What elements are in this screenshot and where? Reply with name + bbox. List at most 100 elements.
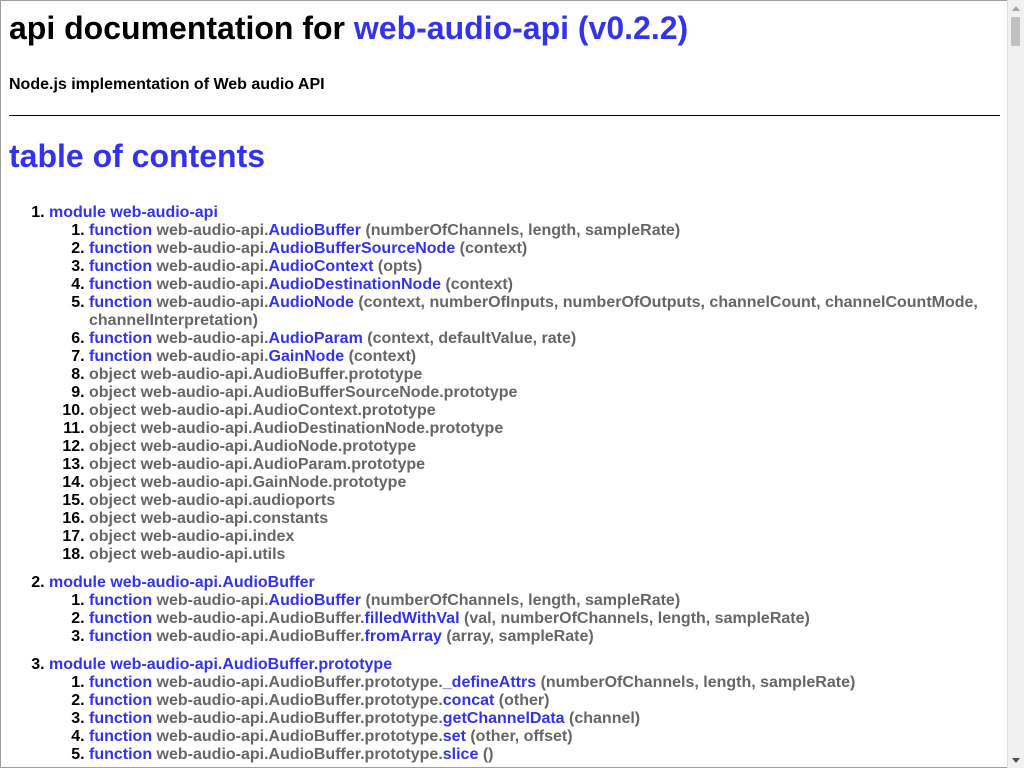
toc-item: function web-audio-api.AudioNode (contex…	[89, 294, 1000, 330]
function-keyword[interactable]: function	[89, 592, 152, 609]
toc-module-link[interactable]: module web-audio-api.AudioBuffer	[49, 574, 315, 591]
item-signature: (channel)	[569, 710, 641, 727]
page-viewport: api documentation for web-audio-api (v0.…	[0, 0, 1007, 768]
item-signature: (context)	[459, 240, 528, 257]
item-signature: ()	[482, 746, 494, 763]
item-name-link[interactable]: AudioDestinationNode	[269, 276, 441, 293]
function-keyword[interactable]: function	[89, 692, 152, 709]
item-signature: (other)	[498, 692, 550, 709]
toc-item: function web-audio-api.AudioContext (opt…	[89, 258, 1000, 276]
toc-item: object web-audio-api.GainNode.prototype	[89, 474, 1000, 492]
function-keyword[interactable]: function	[89, 348, 152, 365]
toc-item: function web-audio-api.AudioDestinationN…	[89, 276, 1000, 294]
item-signature: (numberOfChannels, length, sampleRate)	[365, 222, 681, 239]
function-keyword[interactable]: function	[89, 222, 152, 239]
object-item: object web-audio-api.AudioParam.prototyp…	[89, 456, 426, 473]
item-namespace: web-audio-api.	[156, 330, 269, 347]
toc-item: function web-audio-api.AudioBufferSource…	[89, 240, 1000, 258]
item-name-link[interactable]: _defineAttrs	[443, 674, 536, 691]
toc-item: object web-audio-api.audioports	[89, 492, 1000, 510]
toc-item: object web-audio-api.AudioBuffer.prototy…	[89, 366, 1000, 384]
toc-item: object web-audio-api.utils	[89, 546, 1000, 564]
item-namespace: web-audio-api.AudioBuffer.prototype.	[156, 710, 443, 727]
toc-item-list: function web-audio-api.AudioBuffer (numb…	[49, 222, 1000, 564]
item-signature: (context, defaultValue, rate)	[367, 330, 577, 347]
item-signature: (other, offset)	[470, 728, 573, 745]
item-namespace: web-audio-api.	[156, 294, 269, 311]
toc-module: module web-audio-api.AudioBuffer.prototy…	[49, 656, 1000, 764]
item-name-link[interactable]: AudioBuffer	[269, 222, 361, 239]
toc-heading: table of contents	[9, 138, 266, 174]
item-namespace: web-audio-api.	[156, 222, 269, 239]
function-keyword[interactable]: function	[89, 258, 152, 275]
package-description: Node.js implementation of Web audio API	[9, 76, 325, 93]
toc-item: function web-audio-api.AudioBuffer.fille…	[89, 610, 1000, 628]
package-link[interactable]: web-audio-api (v0.2.2)	[354, 10, 688, 46]
item-name-link[interactable]: slice	[443, 746, 479, 763]
scrollbar-thumb[interactable]	[1011, 17, 1020, 46]
object-item: object web-audio-api.AudioContext.protot…	[89, 402, 436, 419]
object-item: object web-audio-api.AudioBuffer.prototy…	[89, 366, 423, 383]
item-name-link[interactable]: fromArray	[365, 628, 442, 645]
item-signature: (array, sampleRate)	[446, 628, 594, 645]
function-keyword[interactable]: function	[89, 240, 152, 257]
toc-module-link[interactable]: module web-audio-api.AudioBuffer.prototy…	[49, 656, 392, 673]
item-namespace: web-audio-api.	[156, 592, 269, 609]
item-signature: (context)	[445, 276, 513, 293]
item-name-link[interactable]: AudioBufferSourceNode	[269, 240, 456, 257]
document-body: api documentation for web-audio-api (v0.…	[1, 10, 1007, 767]
item-namespace: web-audio-api.AudioBuffer.prototype.	[156, 692, 443, 709]
toc-module: module web-audio-apifunction web-audio-a…	[49, 204, 1000, 564]
object-item: object web-audio-api.AudioDestinationNod…	[89, 420, 504, 437]
function-keyword[interactable]: function	[89, 674, 152, 691]
function-keyword[interactable]: function	[89, 746, 152, 763]
function-keyword[interactable]: function	[89, 628, 152, 645]
toc-item: object web-audio-api.constants	[89, 510, 1000, 528]
toc-module: module web-audio-api.AudioBufferfunction…	[49, 574, 1000, 646]
item-name-link[interactable]: AudioContext	[269, 258, 374, 275]
item-name-link[interactable]: AudioNode	[269, 294, 354, 311]
toc-item: function web-audio-api.GainNode (context…	[89, 348, 1000, 366]
toc-item: object web-audio-api.AudioBufferSourceNo…	[89, 384, 1000, 402]
object-item: object web-audio-api.AudioBufferSourceNo…	[89, 384, 518, 401]
function-keyword[interactable]: function	[89, 710, 152, 727]
toc-item: function web-audio-api.AudioBuffer.proto…	[89, 746, 1000, 764]
object-item: object web-audio-api.audioports	[89, 492, 336, 509]
item-namespace: web-audio-api.	[156, 348, 269, 365]
function-keyword[interactable]: function	[89, 728, 152, 745]
function-keyword[interactable]: function	[89, 610, 152, 627]
toc-item: function web-audio-api.AudioBuffer.fromA…	[89, 628, 1000, 646]
vertical-scrollbar[interactable]	[1007, 0, 1024, 768]
item-name-link[interactable]: AudioParam	[269, 330, 363, 347]
item-signature: (numberOfChannels, length, sampleRate)	[365, 592, 681, 609]
object-item: object web-audio-api.constants	[89, 510, 329, 527]
item-namespace: web-audio-api.AudioBuffer.	[156, 610, 365, 627]
page-title: api documentation for web-audio-api (v0.…	[9, 10, 1000, 47]
item-namespace: web-audio-api.	[156, 258, 269, 275]
item-name-link[interactable]: filledWithVal	[365, 610, 460, 627]
triangle-down-icon	[1012, 757, 1020, 763]
toc-item: object web-audio-api.AudioContext.protot…	[89, 402, 1000, 420]
toc-item: function web-audio-api.AudioParam (conte…	[89, 330, 1000, 348]
item-name-link[interactable]: getChannelData	[443, 710, 565, 727]
toc-item: function web-audio-api.AudioBuffer (numb…	[89, 222, 1000, 240]
object-item: object web-audio-api.utils	[89, 546, 286, 563]
function-keyword[interactable]: function	[89, 276, 152, 293]
item-name-link[interactable]: set	[443, 728, 466, 745]
toc-item: object web-audio-api.AudioNode.prototype	[89, 438, 1000, 456]
item-name-link[interactable]: concat	[443, 692, 495, 709]
item-namespace: web-audio-api.AudioBuffer.prototype.	[156, 728, 443, 745]
scroll-up-button[interactable]	[1008, 0, 1024, 16]
item-signature: (val, numberOfChannels, length, sampleRa…	[463, 610, 810, 627]
toc-item-list: function web-audio-api.AudioBuffer.proto…	[49, 674, 1000, 764]
item-name-link[interactable]: AudioBuffer	[269, 592, 361, 609]
toc-module-link[interactable]: module web-audio-api	[49, 204, 218, 221]
function-keyword[interactable]: function	[89, 294, 152, 311]
function-keyword[interactable]: function	[89, 330, 152, 347]
scroll-down-button[interactable]	[1008, 752, 1024, 768]
item-signature: (numberOfChannels, length, sampleRate)	[540, 674, 856, 691]
item-name-link[interactable]: GainNode	[269, 348, 345, 365]
toc-item: function web-audio-api.AudioBuffer.proto…	[89, 728, 1000, 746]
toc-item: function web-audio-api.AudioBuffer (numb…	[89, 592, 1000, 610]
item-namespace: web-audio-api.AudioBuffer.prototype.	[156, 674, 443, 691]
